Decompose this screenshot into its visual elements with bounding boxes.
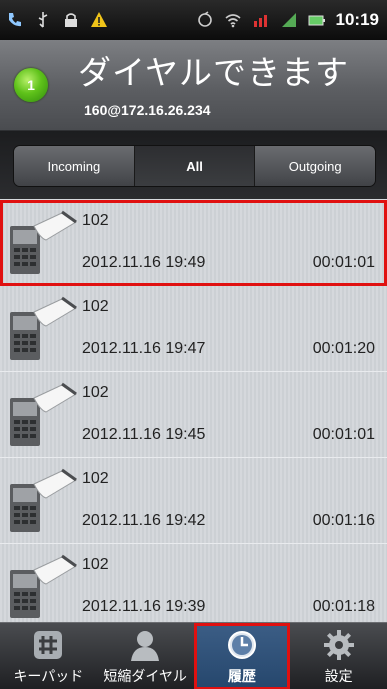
nav-keypad[interactable]: キーパッド [0,623,97,689]
call-duration: 00:01:01 [312,254,375,271]
call-duration: 00:01:20 [312,340,375,357]
battery-icon [308,15,325,26]
tab-outgoing[interactable]: Outgoing [255,146,375,186]
wifi-icon [224,14,241,28]
call-duration: 00:01:16 [312,512,375,529]
call-history-row[interactable]: 102 2012.11.16 19:42 00:01:16 [0,458,387,544]
filter-tab-bar: Incoming All Outgoing [0,131,387,199]
call-duration: 00:01:18 [312,598,375,615]
tab-incoming[interactable]: Incoming [14,146,135,186]
usb-icon [38,12,48,28]
outgoing-call-icon [10,554,77,618]
call-datetime: 2012.11.16 19:49 [82,254,206,271]
caller-name: 102 [82,298,109,315]
outgoing-call-icon [10,468,77,532]
contact-icon [131,631,160,661]
status-badge: 1 [27,77,35,93]
call-history-row[interactable]: 102 2012.11.16 19:49 00:01:01 [0,200,387,286]
call-datetime: 2012.11.16 19:47 [82,340,206,357]
outgoing-call-icon [10,210,77,274]
signal-icon [281,13,296,27]
call-duration: 00:01:01 [312,426,375,443]
status-bar: 10:19 [0,0,387,40]
caller-name: 102 [82,470,109,487]
account-address: 160@172.16.26.234 [84,102,211,118]
nav-speed-dial[interactable]: 短縮ダイヤル [97,623,194,689]
status-indicator: 1 [14,68,48,102]
sync-icon [197,11,212,27]
nav-history[interactable]: 履歴 [193,623,291,689]
warning-icon [91,12,107,27]
tab-all[interactable]: All [134,146,256,186]
lock-icon [65,13,77,27]
nav-history-label: 履歴 [227,669,256,685]
signal-off-icon [253,15,267,27]
nav-speed-dial-label: 短縮ダイヤル [103,669,187,685]
clock-time: 10:19 [335,10,379,29]
caller-name: 102 [82,384,109,401]
clock-icon [227,631,256,659]
nav-keypad-label: キーパッド [13,669,84,685]
filter-segmented-control: Incoming All Outgoing [13,145,376,187]
status-title: ダイヤルできます [78,53,350,92]
keypad-icon [34,631,63,659]
nav-settings-label: 設定 [324,669,353,685]
caller-name: 102 [82,556,109,573]
call-history-row[interactable]: 102 2012.11.16 19:45 00:01:01 [0,372,387,458]
outgoing-call-icon [10,296,77,360]
call-history-list: 102 2012.11.16 19:49 00:01:01 102 2012.1… [0,200,387,622]
call-history-row[interactable]: 102 2012.11.16 19:47 00:01:20 [0,286,387,372]
app-screen: 10:19 1 ダイヤルできます 160@172.16.26.234 Incom… [0,0,387,689]
caller-name: 102 [82,212,109,229]
nav-settings[interactable]: 設定 [290,623,387,689]
status-bar-left-icons [6,8,108,32]
outgoing-call-icon [10,382,77,446]
call-datetime: 2012.11.16 19:45 [82,426,206,443]
call-datetime: 2012.11.16 19:42 [82,512,206,529]
call-datetime: 2012.11.16 19:39 [82,598,206,615]
status-bar-right-icons: 10:19 [196,8,379,32]
call-history-row[interactable]: 102 2012.11.16 19:39 00:01:18 [0,544,387,622]
phone-call-icon [9,13,21,27]
bottom-navigation: キーパッド 短縮ダイヤル 履歴 設定 [0,622,387,689]
account-status-header: 1 ダイヤルできます 160@172.16.26.234 [0,40,387,131]
gear-icon [323,630,354,660]
